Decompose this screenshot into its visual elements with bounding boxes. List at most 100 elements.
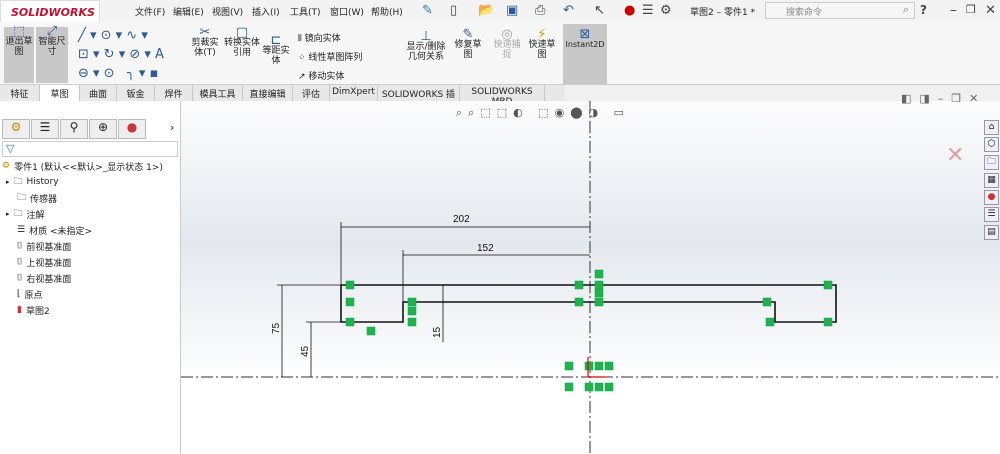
print-icon[interactable]: ⎙: [535, 3, 545, 18]
repair-sketch-button[interactable]: ✎ 修复草图: [452, 27, 484, 60]
label: 注解: [26, 210, 45, 221]
plane-icon: ⌷: [17, 273, 23, 283]
tab-solidworks-addins[interactable]: SOLIDWORKS 插件: [378, 85, 460, 113]
menu-insert[interactable]: 插入(I): [252, 5, 280, 18]
dimension-45[interactable]: 45: [300, 345, 311, 357]
menu-file[interactable]: 文件(F): [135, 5, 165, 18]
dimxpert-manager-tab-icon[interactable]: ⊕: [89, 119, 117, 139]
menu-edit[interactable]: 编辑(E): [173, 5, 204, 18]
label: 转换实体引用: [224, 38, 261, 58]
minimize-icon[interactable]: –: [950, 3, 957, 18]
chevron-right-icon[interactable]: ›: [170, 121, 174, 134]
tree-item-sensors[interactable]: 🗀 传感器: [17, 190, 57, 206]
tree-item-origin[interactable]: ⌊ 原点: [17, 286, 43, 302]
new-icon[interactable]: ▯: [450, 3, 457, 18]
tree-item-history[interactable]: ▸ 🗀 History: [6, 174, 59, 190]
tab-dimxpert[interactable]: DimXpert: [330, 85, 378, 101]
close-icon[interactable]: ✕: [985, 3, 996, 18]
sketch-tools-grid[interactable]: ╱ ▾ ⊙ ▾ ∿ ▾ ⊡ ▾ ↻ ▾ ⊘ ▾ A ⊖ ▾ ⊙ ╮ ▾ ▪: [78, 26, 188, 83]
search-input[interactable]: 搜索命令 ⌕: [765, 2, 915, 19]
command-manager: ⬚ 退出草图 ⤢ 智能尺寸 ╱ ▾ ⊙ ▾ ∿ ▾ ⊡ ▾ ↻ ▾ ⊘ ▾ A ⊖ ▾ …: [0, 22, 1000, 85]
tree-root[interactable]: ⚙ 零件1 (默认<<默认>_显示状态 1>): [2, 158, 163, 174]
filter-input[interactable]: ▽: [2, 141, 178, 157]
instant2d-button[interactable]: ⊠ Instant2D: [563, 24, 607, 84]
tab-features[interactable]: 特征: [0, 85, 40, 101]
tree-item-sketch2[interactable]: ▮ 草图2: [17, 302, 50, 318]
tree-item-material[interactable]: ☰ 材质 <未指定>: [17, 222, 92, 238]
label: 快速草图: [528, 40, 556, 60]
dimension-152[interactable]: 152: [477, 243, 494, 254]
label: 右视基准面: [26, 274, 72, 285]
display-manager-tab-icon[interactable]: ●: [118, 119, 146, 139]
repair-icon: ✎: [462, 27, 474, 42]
label: 退出草图: [5, 37, 33, 57]
tab-direct-editing[interactable]: 直接编辑: [243, 85, 293, 101]
open-icon[interactable]: 📂: [478, 3, 494, 18]
tree-item-right-plane[interactable]: ⌷ 右视基准面: [17, 270, 71, 286]
mirror-entities-button[interactable]: ⫴ 镜向实体: [298, 30, 362, 49]
annotation-folder-icon: 🗀: [13, 209, 23, 219]
tab-mold-tools[interactable]: 模具工具: [193, 85, 243, 101]
feature-manager-tab-icon[interactable]: ⚙: [2, 119, 30, 139]
label: 等距实体: [262, 46, 290, 66]
history-folder-icon: 🗀: [13, 177, 23, 187]
menu-window[interactable]: 窗口(W): [330, 5, 364, 18]
smart-dimension-button[interactable]: ⤢ 智能尺寸: [36, 24, 68, 83]
exit-sketch-icon: ⬚: [12, 24, 26, 39]
options-gear-icon[interactable]: ⚙: [660, 3, 672, 18]
origin-icon: ⌊: [17, 289, 21, 299]
help-icon[interactable]: ?: [920, 3, 927, 17]
material-icon: ☰: [17, 225, 26, 235]
label: 显示/删除几何关系: [406, 42, 446, 62]
tab-evaluate[interactable]: 评估: [293, 85, 330, 101]
restore-icon[interactable]: ❐: [966, 3, 976, 16]
label: 修复草图: [454, 40, 482, 60]
smart-dimension-icon: ⤢: [46, 24, 58, 39]
dimension-75[interactable]: 75: [271, 322, 282, 334]
convert-entities-button[interactable]: ▢ 转换实体引用: [224, 26, 261, 58]
rebuild-icon[interactable]: ●: [624, 3, 635, 18]
quick-snap-icon: ◎: [501, 27, 513, 42]
configuration-manager-tab-icon[interactable]: ⚲: [60, 119, 88, 139]
exit-sketch-button[interactable]: ⬚ 退出草图: [4, 24, 34, 83]
trim-entities-button[interactable]: ✂ 剪裁实体(T): [188, 26, 222, 58]
tab-sheet-metal[interactable]: 钣金: [117, 85, 155, 101]
tab-sketch[interactable]: 草图: [40, 85, 80, 101]
menu-view[interactable]: 视图(V): [212, 5, 243, 18]
offset-entities-button[interactable]: ⊏ 等距实体: [259, 34, 293, 66]
select-icon[interactable]: ↖: [594, 3, 605, 18]
display-delete-relations-button[interactable]: ⊥ 显示/删除几何关系: [403, 30, 449, 62]
tree-item-top-plane[interactable]: ⌷ 上视基准面: [17, 254, 71, 270]
filter-icon: ▽: [6, 142, 15, 155]
quick-snaps-button[interactable]: ◎ 快速捕捉: [492, 27, 522, 60]
part-icon: ⚙: [2, 161, 11, 171]
rapid-sketch-button[interactable]: ⚡ 快速草图: [526, 28, 558, 60]
solidworks-logo: SOLIDWORKS: [0, 0, 100, 24]
tab-solidworks-mbd[interactable]: SOLIDWORKS MBD: [460, 85, 545, 107]
sketch-icon: ▮: [17, 305, 22, 315]
menu-tools[interactable]: 工具(T): [290, 5, 321, 18]
menu-help[interactable]: 帮助(H): [371, 5, 403, 18]
tab-surfaces[interactable]: 曲面: [80, 85, 117, 101]
label: 草图2: [25, 306, 50, 317]
undo-icon[interactable]: ↶: [563, 3, 574, 18]
label: 零件1 (默认<<默认>_显示状态 1>): [14, 162, 163, 173]
instant2d-icon: ⊠: [579, 27, 591, 42]
property-manager-tab-icon[interactable]: ☰: [31, 119, 59, 139]
expand-icon: ▸: [6, 210, 10, 218]
sensor-folder-icon: 🗀: [17, 193, 27, 203]
dimension-15[interactable]: 15: [432, 326, 443, 338]
file-properties-icon[interactable]: ☰: [642, 3, 654, 18]
linear-pattern-button[interactable]: ⁘ 线性草图阵列: [298, 49, 362, 68]
plane-icon: ⌷: [17, 241, 23, 251]
tab-weldments[interactable]: 焊件: [155, 85, 193, 101]
dimension-lines: [277, 222, 590, 377]
search-icon[interactable]: ⌕: [903, 3, 909, 17]
save-icon[interactable]: ▣: [506, 3, 518, 18]
label: 移动实体: [308, 72, 345, 82]
tree-item-front-plane[interactable]: ⌷ 前视基准面: [17, 238, 71, 254]
sketch: 202 152 75 45 15: [181, 101, 1000, 454]
tree-item-annotations[interactable]: ▸ 🗀 注解: [6, 206, 45, 222]
pin-icon[interactable]: ✎: [422, 3, 433, 18]
dimension-202[interactable]: 202: [453, 214, 470, 225]
